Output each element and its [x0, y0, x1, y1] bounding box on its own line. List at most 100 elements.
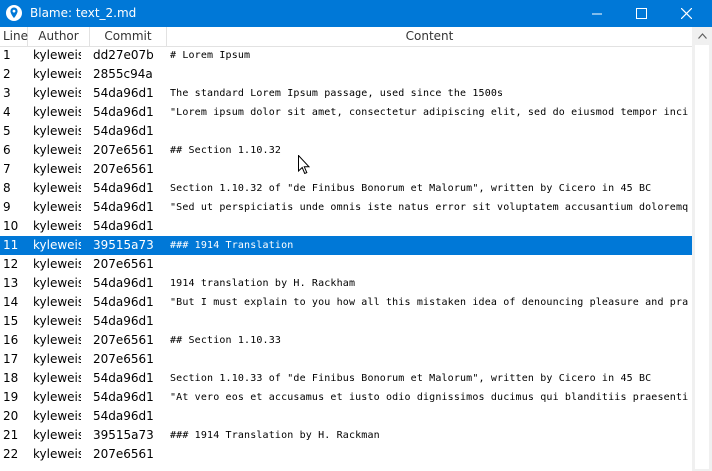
- commit-cell: 54da96d1: [93, 86, 154, 100]
- chevron-up-icon: [697, 32, 707, 39]
- table-row[interactable]: 17 kyleweish 207e6561: [0, 350, 692, 369]
- mouse-cursor-icon: [298, 155, 310, 175]
- table-row[interactable]: 16 kyleweish 207e6561 ## Section 1.10.33: [0, 331, 692, 350]
- author-cell: kyleweish: [33, 143, 81, 157]
- commit-cell: 207e6561: [93, 143, 154, 157]
- line-number-cell: 21: [3, 428, 19, 442]
- content-cell: ### 1914 Translation: [170, 240, 294, 251]
- line-number-cell: 7: [3, 162, 11, 176]
- table-row[interactable]: 20 kyleweish 54da96d1: [0, 407, 692, 426]
- line-number-cell: 12: [3, 257, 19, 271]
- content-cell: ## Section 1.10.32: [170, 145, 282, 156]
- content-cell: [170, 445, 688, 464]
- commit-cell: 207e6561: [93, 162, 154, 176]
- line-number-cell: 6: [3, 143, 11, 157]
- table-row[interactable]: 7 kyleweish 207e6561: [0, 160, 692, 179]
- line-number-cell: 10: [3, 219, 19, 233]
- table-row[interactable]: 4 kyleweish 54da96d1 "Lorem ipsum dolor sit…: [0, 103, 692, 122]
- content-cell: [170, 160, 688, 179]
- content-cell: [170, 350, 688, 369]
- author-cell: kyleweish: [33, 295, 81, 309]
- content-cell: # Lorem Ipsum: [170, 50, 251, 61]
- table-row[interactable]: 8 kyleweish 54da96d1 Section 1.10.32 of "de…: [0, 179, 692, 198]
- table-row[interactable]: 9 kyleweish 54da96d1 "Sed ut perspiciatis u…: [0, 198, 692, 217]
- column-header-commit[interactable]: Commit: [90, 27, 167, 46]
- author-cell: kyleweish: [33, 276, 81, 290]
- line-number-cell: 1: [3, 48, 11, 62]
- author-cell: kyleweish: [33, 124, 81, 138]
- vertical-scrollbar[interactable]: [692, 27, 712, 471]
- author-cell: kyleweish: [33, 200, 81, 214]
- table-row[interactable]: 22 kyleweish 207e6561: [0, 445, 692, 464]
- author-cell: kyleweish: [33, 238, 81, 252]
- author-cell: kyleweish: [33, 219, 81, 233]
- table-row[interactable]: 6 kyleweish 207e6561 ## Section 1.10.32: [0, 141, 692, 160]
- content-cell: [170, 407, 688, 426]
- line-number-cell: 14: [3, 295, 19, 309]
- line-number-cell: 13: [3, 276, 19, 290]
- table-row[interactable]: 21 kyleweish 39515a73 ### 1914 Translation …: [0, 426, 692, 445]
- content-cell: [170, 122, 688, 141]
- table-row[interactable]: 1 kyleweish dd27e07b # Lorem Ipsum: [0, 46, 692, 65]
- commit-cell: dd27e07b: [93, 48, 154, 62]
- table-row[interactable]: 5 kyleweish 54da96d1: [0, 122, 692, 141]
- content-cell: Section 1.10.33 of "de Finibus Bonorum e…: [170, 373, 652, 384]
- table-row[interactable]: 10 kyleweish 54da96d1: [0, 217, 692, 236]
- title-bar[interactable]: Blame: text_2.md: [0, 0, 712, 27]
- commit-cell: 207e6561: [93, 333, 154, 347]
- window-title: Blame: text_2.md: [30, 6, 137, 20]
- table-row[interactable]: 3 kyleweish 54da96d1 The standard Lorem Ips…: [0, 84, 692, 103]
- content-cell: [170, 312, 688, 331]
- content-cell: [170, 217, 688, 236]
- author-cell: kyleweish: [33, 86, 81, 100]
- table-row[interactable]: 19 kyleweish 54da96d1 "At vero eos et accus…: [0, 388, 692, 407]
- commit-cell: 54da96d1: [93, 390, 154, 404]
- commit-cell: 54da96d1: [93, 200, 154, 214]
- author-cell: kyleweish: [33, 371, 81, 385]
- commit-cell: 207e6561: [93, 257, 154, 271]
- line-number-cell: 20: [3, 409, 19, 423]
- minimize-button[interactable]: [574, 0, 619, 27]
- commit-cell: 54da96d1: [93, 314, 154, 328]
- commit-cell: 2855c94a: [93, 67, 153, 81]
- table-row[interactable]: 15 kyleweish 54da96d1: [0, 312, 692, 331]
- table-row[interactable]: 2 kyleweish 2855c94a: [0, 65, 692, 84]
- commit-cell: 54da96d1: [93, 219, 154, 233]
- commit-cell: 207e6561: [93, 447, 154, 461]
- column-header-line[interactable]: Line: [0, 27, 28, 46]
- commit-cell: 54da96d1: [93, 181, 154, 195]
- commit-cell: 54da96d1: [93, 295, 154, 309]
- line-number-cell: 11: [3, 238, 19, 252]
- content-cell: Section 1.10.32 of "de Finibus Bonorum e…: [170, 183, 652, 194]
- table-row[interactable]: 18 kyleweish 54da96d1 Section 1.10.33 of "d…: [0, 369, 692, 388]
- table-row[interactable]: 11 kyleweish 39515a73 ### 1914 Translation: [0, 236, 692, 255]
- table-row[interactable]: 12 kyleweish 207e6561: [0, 255, 692, 274]
- line-number-cell: 4: [3, 105, 11, 119]
- scroll-thumb[interactable]: [694, 44, 710, 470]
- close-button[interactable]: [664, 0, 709, 27]
- maximize-button[interactable]: [619, 0, 664, 27]
- scroll-up-button[interactable]: [692, 27, 712, 44]
- blame-table-body: 1 kyleweish dd27e07b # Lorem Ipsum 2 kyleweis…: [0, 46, 692, 471]
- commit-cell: 54da96d1: [93, 409, 154, 423]
- commit-cell: 39515a73: [93, 238, 154, 252]
- line-number-cell: 18: [3, 371, 19, 385]
- content-cell: 1914 translation by H. Rackham: [170, 278, 356, 289]
- commit-cell: 54da96d1: [93, 124, 154, 138]
- column-header-author[interactable]: Author: [28, 27, 90, 46]
- line-number-cell: 8: [3, 181, 11, 195]
- line-number-cell: 17: [3, 352, 19, 366]
- table-row[interactable]: 13 kyleweish 54da96d1 1914 translation by H…: [0, 274, 692, 293]
- table-header: Line Author Commit Content: [0, 27, 692, 47]
- commit-cell: 54da96d1: [93, 105, 154, 119]
- author-cell: kyleweish: [33, 314, 81, 328]
- content-cell: The standard Lorem Ipsum passage, used s…: [170, 88, 504, 99]
- content-cell: "At vero eos et accusamus et iusto odio …: [170, 392, 688, 403]
- content-cell: ### 1914 Translation by H. Rackman: [170, 430, 380, 441]
- author-cell: kyleweish: [33, 390, 81, 404]
- author-cell: kyleweish: [33, 48, 81, 62]
- author-cell: kyleweish: [33, 447, 81, 461]
- column-header-content[interactable]: Content: [167, 27, 692, 46]
- author-cell: kyleweish: [33, 409, 81, 423]
- table-row[interactable]: 14 kyleweish 54da96d1 "But I must explain t…: [0, 293, 692, 312]
